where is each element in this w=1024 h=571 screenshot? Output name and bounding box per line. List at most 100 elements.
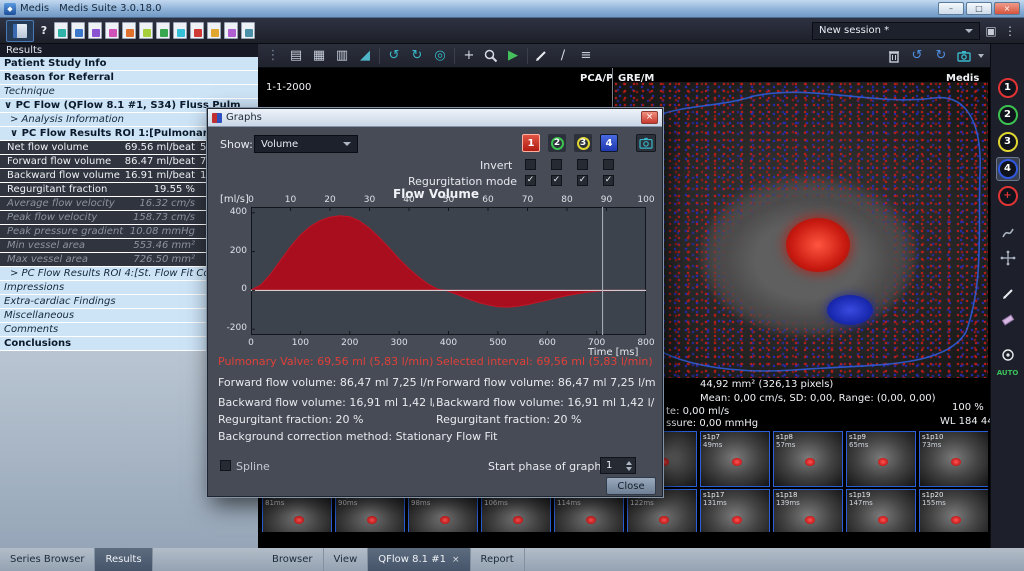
layout-single-icon[interactable]: ▤ (287, 49, 305, 62)
show-combo[interactable]: Volume (254, 135, 358, 153)
tab-qflow[interactable]: QFlow 8.1 #1 × (368, 548, 470, 571)
rotate-right-icon[interactable]: ↻ (408, 49, 426, 62)
mri-image[interactable] (614, 82, 988, 378)
phase-thumbnail[interactable]: s1p20155ms (919, 489, 988, 532)
close-dialog-button[interactable]: Close (606, 477, 656, 495)
invert-checkbox-2[interactable] (551, 159, 562, 170)
dialog-close-button[interactable]: × (641, 111, 658, 124)
minimize-button[interactable]: – (938, 2, 964, 15)
chevron-down-icon[interactable] (978, 54, 984, 58)
report-document-icon[interactable] (122, 22, 136, 39)
regurgitation-checkbox-2[interactable]: ✓ (551, 175, 562, 186)
phase-thumbnail[interactable]: s1p857ms (773, 431, 843, 487)
report-document-icon[interactable] (54, 22, 68, 39)
close-button[interactable]: × (994, 2, 1020, 15)
help-icon[interactable]: ? (37, 24, 51, 37)
spinner-down-icon[interactable] (626, 467, 632, 471)
contour-tool-icon[interactable] (1000, 225, 1016, 241)
results-chapter[interactable]: Patient Study Info (0, 57, 258, 70)
cine-play-icon[interactable]: ▶ (504, 49, 522, 62)
trash-icon[interactable] (886, 48, 902, 64)
pencil-icon[interactable] (533, 48, 549, 64)
eraser-icon[interactable] (1000, 311, 1016, 327)
pan-icon[interactable]: + (460, 49, 478, 62)
regurgitation-checkbox-1[interactable]: ✓ (525, 175, 536, 186)
undo-icon[interactable]: ↺ (908, 49, 926, 62)
roi-2-button[interactable]: 2 (998, 105, 1018, 125)
add-roi-button[interactable]: + (998, 186, 1018, 206)
phase-thumbnail[interactable]: s1p17131ms (700, 489, 770, 532)
report-document-icon[interactable] (207, 22, 221, 39)
grip-icon[interactable]: ⋮ (264, 49, 282, 62)
flow-curve-plot[interactable] (251, 207, 646, 335)
tab-browser[interactable]: Browser (262, 548, 324, 571)
results-chapter[interactable]: Reason for Referral (0, 71, 258, 84)
roi-2-ring: 2 (551, 137, 564, 150)
roi-1-button[interactable]: 1 (998, 78, 1018, 98)
measurement-name: Forward flow volume (7, 156, 111, 167)
phase-thumbnail[interactable]: s1p965ms (846, 431, 916, 487)
stack-icon[interactable]: ≡ (577, 49, 595, 62)
export-icon[interactable]: ▣ (983, 24, 999, 38)
line-tool-icon[interactable]: ∕ (554, 49, 572, 62)
regurgitation-checkbox-4[interactable]: ✓ (603, 175, 614, 186)
pencil-icon[interactable] (1000, 286, 1016, 302)
transform-tool-icon[interactable] (1000, 250, 1016, 266)
report-document-icon[interactable] (139, 22, 153, 39)
report-document-icon[interactable] (156, 22, 170, 39)
results-chapter[interactable]: Technique (0, 85, 258, 98)
redo-icon[interactable]: ↻ (932, 49, 950, 62)
axis-tick-label: 100 (286, 338, 314, 348)
phase-thumbnail[interactable]: s1p749ms (700, 431, 770, 487)
graphs-dialog-titlebar[interactable]: Graphs × (208, 109, 662, 127)
report-document-icon[interactable] (105, 22, 119, 39)
invert-checkbox-1[interactable] (525, 159, 536, 170)
invert-checkbox-4[interactable] (603, 159, 614, 170)
graphs-dialog-title: Graphs (226, 112, 262, 123)
flow-dot (367, 516, 377, 524)
phase-thumbnail[interactable]: s1p1073ms (919, 431, 988, 487)
report-document-icon[interactable] (71, 22, 85, 39)
camera-icon[interactable] (956, 48, 972, 64)
graph-roi-4-button[interactable]: 4 (600, 134, 618, 152)
regurgitation-checkbox-3[interactable]: ✓ (577, 175, 588, 186)
report-document-icon[interactable] (241, 22, 255, 39)
report-document-icon[interactable] (190, 22, 204, 39)
thumb-time: 131ms (703, 499, 727, 507)
report-document-icon[interactable] (224, 22, 238, 39)
report-document-icon[interactable] (173, 22, 187, 39)
roi-3-button[interactable]: 3 (998, 132, 1018, 152)
auto-contour-icon[interactable] (1000, 347, 1016, 363)
phase-thumbnail[interactable]: s1p19147ms (846, 489, 916, 532)
graph-roi-3-button[interactable]: 3 (574, 134, 592, 152)
report-document-icon[interactable] (88, 22, 102, 39)
tab-report[interactable]: Report (471, 548, 525, 571)
zoom-icon[interactable] (483, 48, 499, 64)
start-phase-spinner[interactable]: 1 (600, 457, 636, 474)
layout-grid-icon[interactable]: ▦ (310, 49, 328, 62)
graph-icon[interactable]: ◢ (356, 49, 374, 62)
maximize-button[interactable]: □ (966, 2, 992, 15)
measurement-value: 158.73 cm/s (118, 212, 195, 223)
phase-thumbnail[interactable]: s1p18139ms (773, 489, 843, 532)
rotate-left-icon[interactable]: ↺ (385, 49, 403, 62)
spline-checkbox[interactable] (220, 460, 231, 471)
tab-close-icon[interactable]: × (452, 555, 460, 565)
graph-roi-1-button[interactable]: 1 (522, 134, 540, 152)
tab-results[interactable]: Results (95, 548, 152, 571)
spinner-up-icon[interactable] (626, 461, 632, 465)
overflow-menu-icon[interactable]: ⋮ (1002, 24, 1018, 38)
tab-view[interactable]: View (324, 548, 369, 571)
graph-roi-2-button[interactable]: 2 (548, 134, 566, 152)
session-button[interactable] (6, 20, 34, 42)
tab-series-browser[interactable]: Series Browser (0, 548, 95, 571)
flow-volume-chart[interactable]: Flow Volume [ml/s] Time [ms] 01020304050… (216, 187, 656, 355)
session-combo[interactable]: New session * (812, 22, 980, 40)
doc-badge (75, 29, 83, 37)
invert-checkbox-3[interactable] (577, 159, 588, 170)
roi-4-button[interactable]: 4 (998, 159, 1018, 179)
layout-compare-icon[interactable]: ▥ (333, 49, 351, 62)
flow-dot (586, 516, 596, 524)
snapshot-camera-button[interactable] (636, 134, 656, 152)
sync-icon[interactable]: ◎ (431, 49, 449, 62)
